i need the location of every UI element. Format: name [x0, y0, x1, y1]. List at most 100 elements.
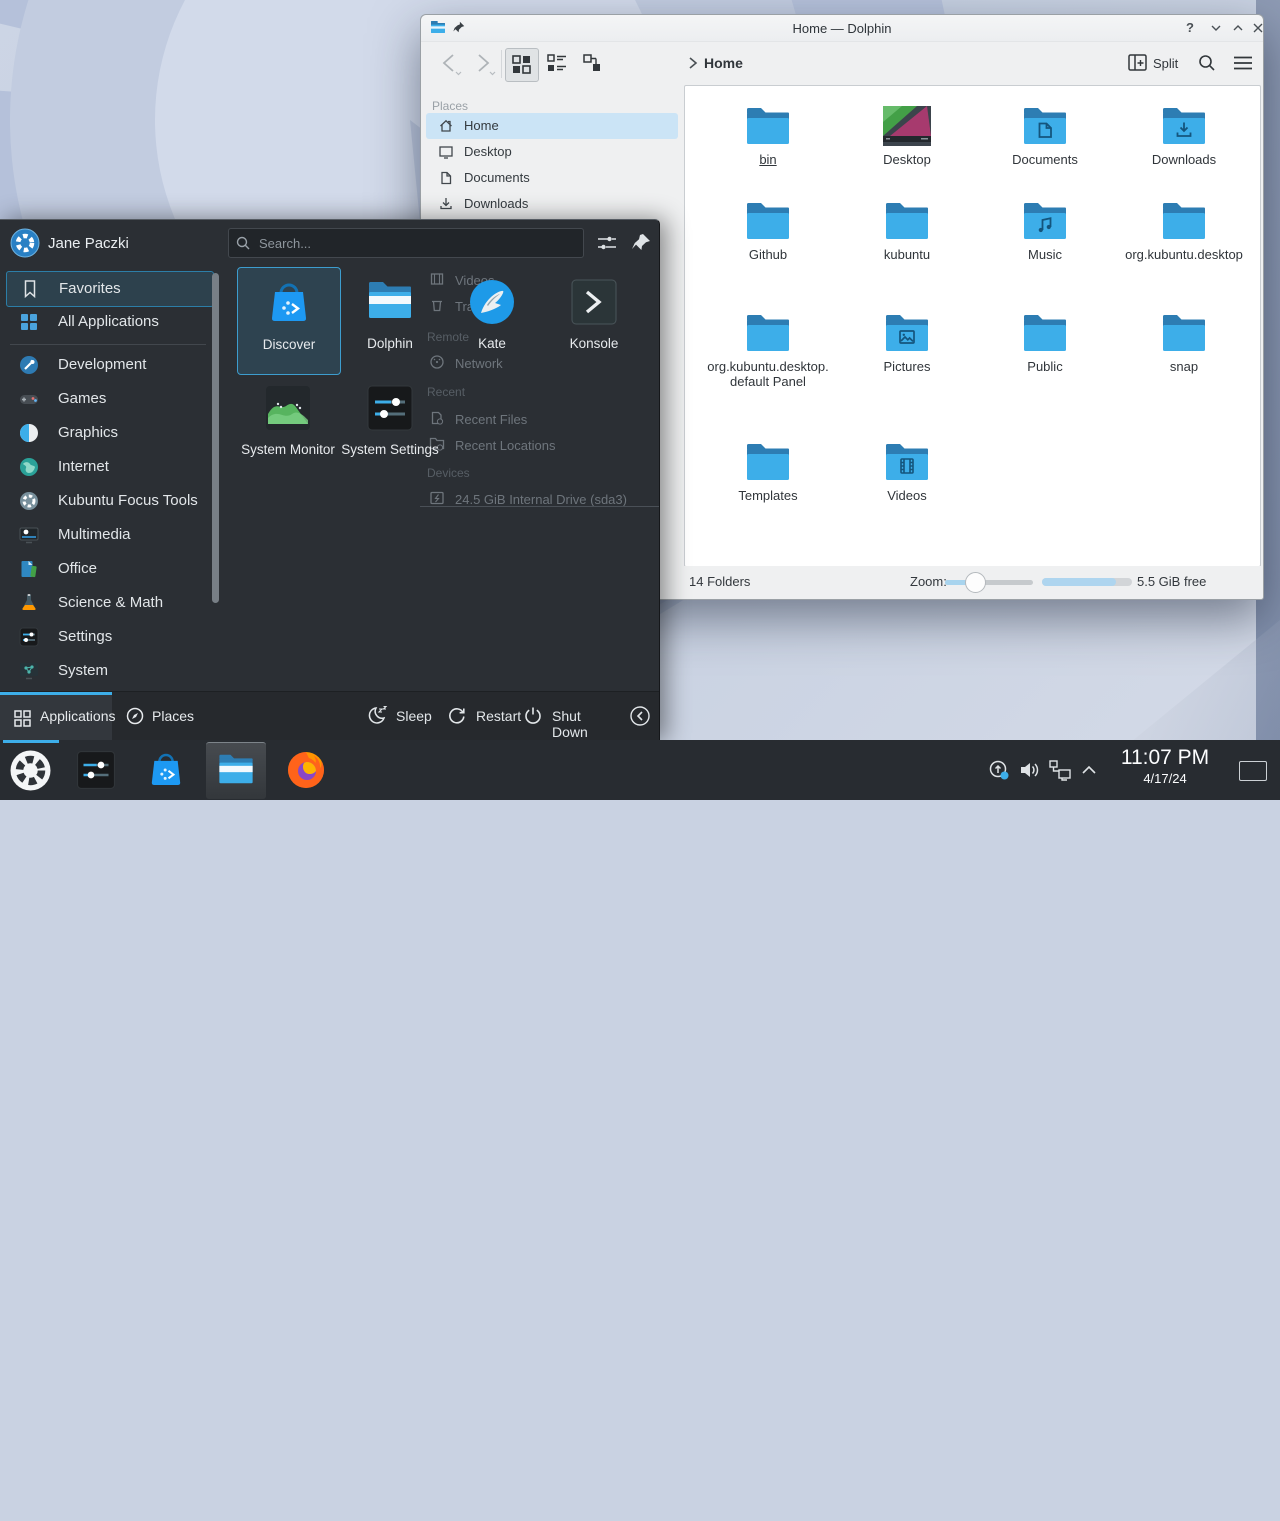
back-button[interactable]: [437, 50, 463, 78]
configure-icon[interactable]: [596, 233, 618, 253]
search-icon[interactable]: [1197, 53, 1217, 73]
clock-time[interactable]: 11:07 PM: [1100, 746, 1230, 770]
user-name: Jane Paczki: [48, 235, 129, 252]
favorite-discover[interactable]: Discover: [237, 267, 341, 375]
zoom-slider-knob[interactable]: [965, 572, 986, 593]
sidebar-item-multimedia[interactable]: Multimedia: [6, 518, 212, 552]
file-org-kubuntu-desktop-default-panel[interactable]: org.kubuntu.desktop.default Panel: [706, 313, 830, 389]
updates-available-icon[interactable]: [988, 1499, 1010, 1521]
sidebar-item-development[interactable]: Development: [6, 348, 212, 382]
favorite-dolphin[interactable]: Dolphin: [339, 267, 441, 373]
launcher-scrollbar[interactable]: [212, 273, 219, 603]
clock-date[interactable]: 4/17/24: [1100, 771, 1230, 786]
file-bin[interactable]: bin: [706, 106, 830, 167]
kubuntu-focus-icon: [18, 490, 40, 512]
favorite-system-monitor[interactable]: System Monitor: [237, 373, 339, 479]
folder-icon: [1160, 313, 1208, 353]
graphics-icon: [18, 422, 40, 444]
network-icon[interactable]: [1048, 759, 1072, 781]
favorite-system-settings[interactable]: System Settings: [339, 373, 441, 479]
file-github[interactable]: Github: [706, 201, 830, 262]
search-input[interactable]: [228, 228, 584, 258]
file-documents[interactable]: Documents: [983, 106, 1107, 167]
development-icon: [18, 354, 40, 376]
file-templates[interactable]: Templates: [706, 442, 830, 503]
file-public[interactable]: Public: [983, 313, 1107, 374]
maximize-icon[interactable]: [1229, 20, 1247, 36]
science-icon: [18, 592, 40, 614]
leave-back-icon[interactable]: [629, 705, 651, 727]
updates-available-icon[interactable]: [988, 759, 1010, 781]
search-icon: [236, 236, 251, 251]
split-button[interactable]: Split: [1153, 56, 1178, 71]
multimedia-icon: [18, 524, 40, 546]
breadcrumb-root-icon[interactable]: [687, 56, 699, 70]
kubuntu-menu-icon[interactable]: [9, 749, 52, 792]
discover-icon[interactable]: [146, 750, 186, 790]
shutdown-icon: [522, 705, 544, 727]
tab-places[interactable]: Places: [112, 692, 220, 741]
favorites-icon: [19, 278, 41, 300]
system-settings-icon: [366, 384, 414, 432]
file-kubuntu[interactable]: kubuntu: [845, 201, 969, 262]
file-org-kubuntu-desktop[interactable]: org.kubuntu.desktop: [1122, 201, 1246, 262]
audio-volume-icon[interactable]: [1018, 759, 1040, 781]
favorite-kate[interactable]: Kate: [441, 267, 543, 373]
file-desktop[interactable]: Desktop: [845, 106, 969, 167]
folder-icon: [1021, 106, 1069, 146]
expand-tray-icon[interactable]: [1080, 764, 1098, 776]
place-downloads[interactable]: Downloads: [426, 191, 678, 217]
capacity-bar: [1042, 578, 1132, 586]
folder-icon: [883, 442, 931, 482]
toolbar-separator: [501, 50, 502, 78]
place-home[interactable]: Home: [426, 113, 678, 139]
sidebar-item-games[interactable]: Games: [6, 382, 212, 416]
file-pictures[interactable]: Pictures: [845, 313, 969, 374]
compact-view-button[interactable]: [541, 48, 573, 80]
sidebar-item-favorites[interactable]: Favorites: [6, 271, 214, 307]
applications-grid-icon: [14, 710, 32, 728]
icons-view-button[interactable]: [505, 48, 539, 82]
folder-icon: [744, 313, 792, 353]
file-music[interactable]: Music: [983, 201, 1107, 262]
pin-icon[interactable]: [630, 232, 652, 254]
launcher-footer: Applications Places Sleep Restart Shut D…: [0, 691, 659, 742]
sidebar-item-settings[interactable]: Settings: [6, 620, 212, 654]
place-desktop[interactable]: Desktop: [426, 139, 678, 165]
show-desktop-button[interactable]: [1239, 761, 1267, 781]
taskbar-panel: 11:07 PM 4/17/24: [0, 740, 1280, 800]
zoom-label: Zoom:: [910, 574, 947, 589]
hamburger-menu-icon[interactable]: [1233, 55, 1253, 71]
discover-icon: [265, 279, 313, 327]
close-icon[interactable]: [1249, 20, 1267, 36]
sidebar-item-kubuntu-focus-tools[interactable]: Kubuntu Focus Tools: [6, 484, 212, 518]
sidebar-item-internet[interactable]: Internet: [6, 450, 212, 484]
sidebar-item-system[interactable]: System: [6, 654, 212, 688]
sidebar-item-all-applications[interactable]: All Applications: [6, 305, 212, 339]
user-avatar[interactable]: [10, 228, 40, 258]
file-snap[interactable]: snap: [1122, 313, 1246, 374]
launcher-active-indicator: [3, 740, 59, 743]
help-icon[interactable]: ?: [1181, 20, 1199, 36]
favorite-konsole[interactable]: Konsole: [543, 267, 645, 373]
split-icon[interactable]: [1128, 54, 1148, 72]
sidebar-item-science-math[interactable]: Science & Math: [6, 586, 212, 620]
internet-icon: [18, 456, 40, 478]
breadcrumb[interactable]: Home: [704, 55, 743, 71]
firefox-icon[interactable]: [286, 750, 326, 790]
dolphin-icon: [366, 278, 414, 322]
konsole-icon: [570, 278, 618, 326]
tab-applications[interactable]: Applications: [0, 692, 112, 741]
details-view-button[interactable]: [577, 48, 609, 80]
forward-button[interactable]: [471, 50, 497, 78]
folder-view[interactable]: bin Desktop Documents Downloads Github k…: [684, 85, 1261, 567]
file-videos[interactable]: Videos: [845, 442, 969, 503]
system-settings-icon[interactable]: [76, 750, 116, 790]
dolphin-task-button[interactable]: [206, 742, 266, 799]
dolphin-titlebar[interactable]: Home — Dolphin ?: [421, 15, 1263, 42]
sidebar-item-office[interactable]: Office: [6, 552, 212, 586]
file-downloads[interactable]: Downloads: [1122, 106, 1246, 167]
place-documents[interactable]: Documents: [426, 165, 678, 191]
sidebar-item-graphics[interactable]: Graphics: [6, 416, 212, 450]
minimize-icon[interactable]: [1207, 20, 1225, 36]
